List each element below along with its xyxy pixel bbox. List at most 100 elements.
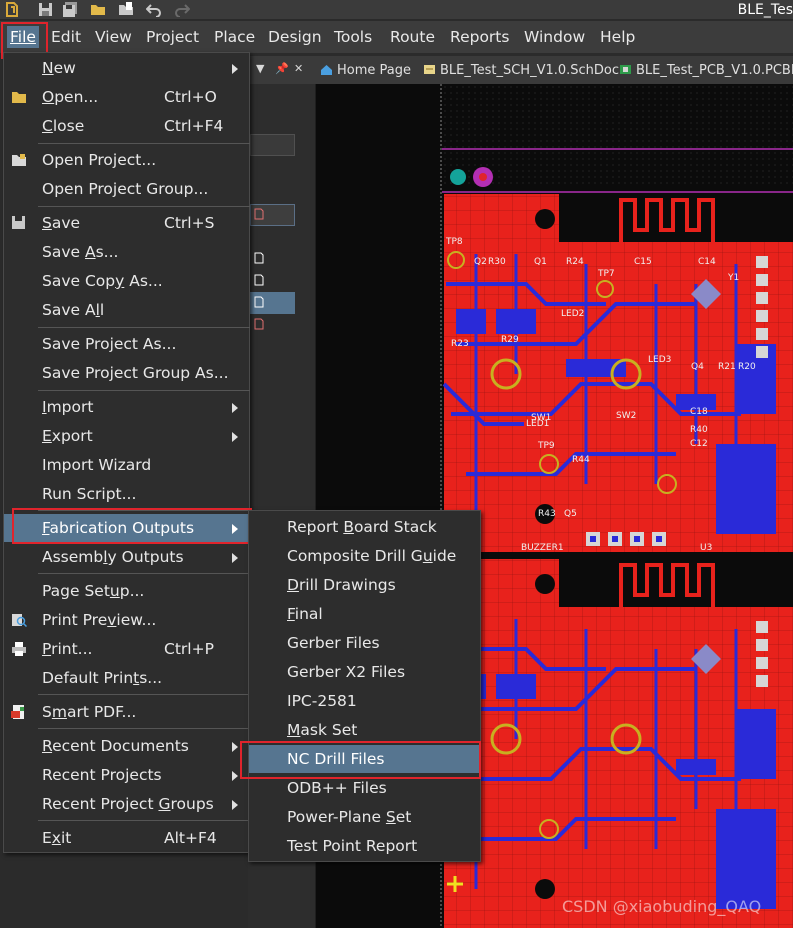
menu-tools[interactable]: Tools — [331, 26, 375, 48]
menu-help[interactable]: Help — [597, 26, 638, 48]
svg-text:R20: R20 — [738, 362, 756, 372]
submenu-arrow-icon — [232, 524, 238, 534]
submenu-item-gerber-x2-files[interactable]: Gerber X2 Files — [249, 658, 480, 686]
menu-item-print[interactable]: Print... Ctrl+P — [4, 635, 249, 663]
menu-route[interactable]: Route — [387, 26, 438, 48]
open-folder-icon[interactable] — [90, 2, 106, 17]
menu-item-save-project-as[interactable]: Save Project As... — [4, 330, 249, 358]
file-menu: New Open... Ctrl+O Close Ctrl+F4 Open Proj… — [3, 52, 250, 853]
panel-search-field[interactable] — [250, 134, 295, 156]
board-panel-top — [442, 194, 793, 552]
submenu-item-drill-drawings[interactable]: Drill Drawings — [249, 571, 480, 599]
svg-text:LED2: LED2 — [561, 309, 584, 319]
save-icon[interactable] — [38, 2, 54, 17]
menu-project[interactable]: Project — [143, 26, 202, 48]
document-icon — [254, 274, 264, 286]
document-tab-strip: ▼ 📌 ✕ Home Page BLE_Test_SCH_V1.0.SchDoc… — [248, 56, 793, 84]
menu-item-export[interactable]: Export — [4, 422, 249, 450]
menu-item-save-all[interactable]: Save All — [4, 296, 249, 324]
menu-item-smart-pdf[interactable]: Smart PDF... — [4, 698, 249, 726]
panel-close-icon[interactable]: ✕ — [294, 62, 303, 75]
menu-design[interactable]: Design — [265, 26, 325, 48]
submenu-item-mask-set[interactable]: Mask Set — [249, 716, 480, 744]
menu-item-open-project[interactable]: Open Project... — [4, 146, 249, 174]
menu-place[interactable]: Place — [211, 26, 258, 48]
menu-separator — [38, 327, 250, 328]
submenu-item-composite-drill-guide[interactable]: Composite Drill Guide — [249, 542, 480, 570]
svg-text:TP7: TP7 — [597, 269, 615, 279]
submenu-item-test-point-report[interactable]: Test Point Report — [249, 832, 480, 860]
svg-text:Q1: Q1 — [534, 257, 547, 267]
menu-separator — [38, 390, 250, 391]
submenu-item-final[interactable]: Final — [249, 600, 480, 628]
submenu-item-nc-drill-files[interactable]: NC Drill Files — [249, 745, 480, 773]
svg-text:LED3: LED3 — [648, 355, 671, 365]
menu-item-page-setup[interactable]: Page Setup... — [4, 577, 249, 605]
submenu-item-gerber-files[interactable]: Gerber Files — [249, 629, 480, 657]
menu-reports[interactable]: Reports — [447, 26, 512, 48]
svg-text:Q4: Q4 — [691, 362, 704, 372]
menu-item-print-preview[interactable]: Print Preview... — [4, 606, 249, 634]
quick-access-toolbar: BLE_Tes — [0, 0, 793, 20]
menu-item-run-script[interactable]: Run Script... — [4, 480, 249, 508]
menu-item-close[interactable]: Close Ctrl+F4 — [4, 112, 249, 140]
menu-item-recent-documents[interactable]: Recent Documents — [4, 732, 249, 760]
menu-item-assembly-outputs[interactable]: Assembly Outputs — [4, 543, 249, 571]
svg-text:C18: C18 — [690, 407, 708, 417]
menu-file[interactable]: File — [7, 26, 39, 48]
menu-item-save-copy-as[interactable]: Save Copy As... — [4, 267, 249, 295]
submenu-arrow-icon — [232, 771, 238, 781]
submenu-arrow-icon — [232, 432, 238, 442]
submenu-arrow-icon — [232, 64, 238, 74]
svg-text:R44: R44 — [572, 455, 590, 465]
pin-icon[interactable]: 📌 — [275, 62, 289, 75]
menu-item-import-wizard[interactable]: Import Wizard — [4, 451, 249, 479]
menu-item-save-project-group-as[interactable]: Save Project Group As... — [4, 359, 249, 387]
tab-pcb-document[interactable]: BLE_Test_PCB_V1.0.PCBD — [619, 61, 793, 81]
submenu-item-report-board-stack[interactable]: Report Board Stack — [249, 513, 480, 541]
svg-text:LED1: LED1 — [526, 419, 549, 429]
svg-text:Y1: Y1 — [727, 273, 739, 283]
menu-edit[interactable]: Edit — [48, 26, 84, 48]
svg-text:U3: U3 — [700, 543, 712, 553]
panel-dropdown-icon[interactable]: ▼ — [256, 62, 264, 75]
menu-separator — [38, 573, 250, 574]
menu-view[interactable]: View — [92, 26, 135, 48]
submenu-arrow-icon — [232, 553, 238, 563]
menu-bar: File Edit View Project Place Design Tool… — [0, 21, 793, 53]
menu-item-recent-projects[interactable]: Recent Projects — [4, 761, 249, 789]
window-title: BLE_Tes — [737, 2, 793, 18]
menu-separator — [38, 728, 250, 729]
menu-item-save-as[interactable]: Save As... — [4, 238, 249, 266]
tab-home-page[interactable]: Home Page — [320, 61, 411, 81]
undo-icon[interactable] — [146, 2, 162, 17]
menu-item-exit[interactable]: Exit Alt+F4 — [4, 824, 249, 852]
menu-item-fabrication-outputs[interactable]: Fabrication Outputs — [4, 514, 249, 542]
menu-separator — [38, 143, 250, 144]
print-preview-icon — [12, 614, 27, 627]
svg-text:BUZZER1: BUZZER1 — [521, 543, 564, 553]
submenu-item-power-plane-set[interactable]: Power-Plane Set — [249, 803, 480, 831]
menu-window[interactable]: Window — [521, 26, 588, 48]
submenu-arrow-icon — [232, 403, 238, 413]
menu-item-save[interactable]: Save Ctrl+S — [4, 209, 249, 237]
open-document-icon[interactable] — [118, 2, 134, 17]
submenu-item-odb-files[interactable]: ODB++ Files — [249, 774, 480, 802]
menu-item-open-project-group[interactable]: Open Project Group... — [4, 175, 249, 203]
menu-item-default-prints[interactable]: Default Prints... — [4, 664, 249, 692]
submenu-item-ipc-2581[interactable]: IPC-2581 — [249, 687, 480, 715]
save-all-icon[interactable] — [62, 2, 78, 17]
svg-text:Q2: Q2 — [474, 257, 487, 267]
tab-schematic-document[interactable]: BLE_Test_SCH_V1.0.SchDoc — [423, 61, 619, 81]
menu-item-new[interactable]: New — [4, 54, 249, 82]
menu-item-recent-project-groups[interactable]: Recent Project Groups — [4, 790, 249, 818]
redo-icon[interactable] — [174, 2, 190, 17]
menu-separator — [38, 206, 250, 207]
document-icon — [254, 208, 264, 220]
svg-text:R29: R29 — [501, 335, 519, 345]
svg-text:C15: C15 — [634, 257, 652, 267]
pcb-doc-icon — [620, 65, 631, 74]
board-panel-bottom — [444, 559, 793, 928]
menu-item-import[interactable]: Import — [4, 393, 249, 421]
menu-item-open[interactable]: Open... Ctrl+O — [4, 83, 249, 111]
